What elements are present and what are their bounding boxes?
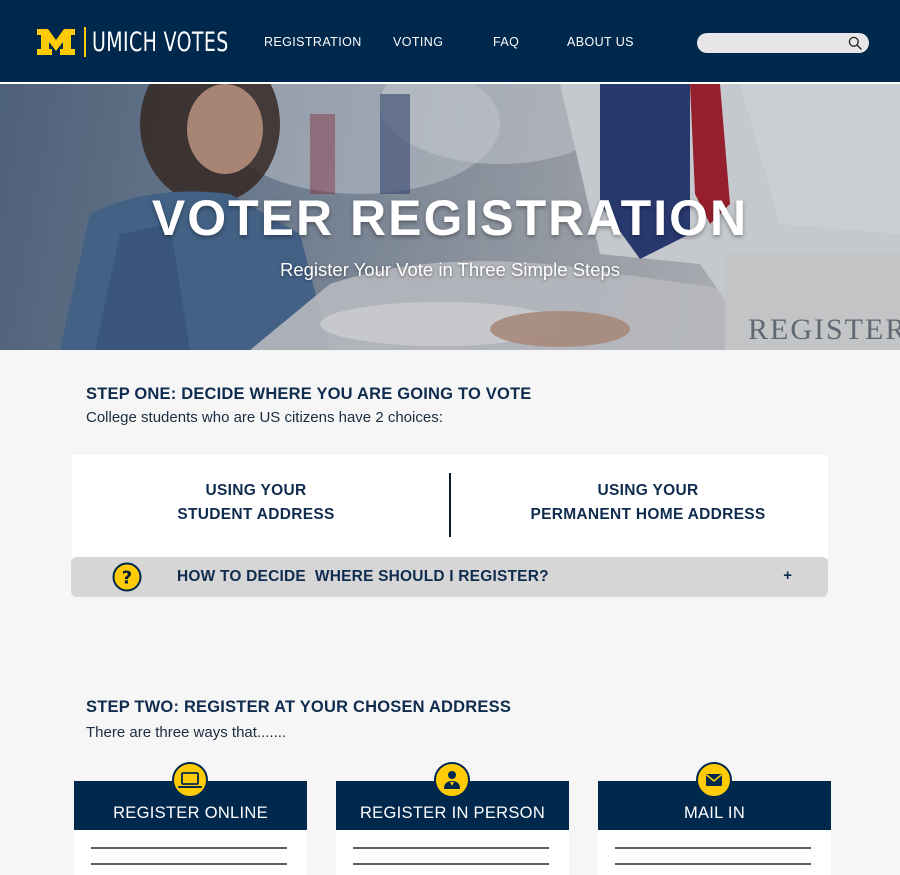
search-input[interactable] bbox=[707, 35, 841, 53]
card-divider-line bbox=[615, 863, 811, 865]
hero-subtitle: Register Your Vote in Three Simple Steps bbox=[279, 259, 621, 280]
hero-banner: REGISTER VOTER REGISTRATION Register You… bbox=[0, 84, 900, 350]
choice-student-address[interactable]: USING YOUR STUDENT ADDRESS bbox=[72, 479, 440, 527]
card-divider-line bbox=[91, 847, 287, 849]
card-body bbox=[336, 830, 569, 875]
logo-text: UMICH VOTES bbox=[92, 26, 229, 58]
register-online-card[interactable]: REGISTER ONLINE bbox=[74, 762, 307, 875]
person-icon bbox=[434, 762, 470, 798]
step-two-title: STEP TWO: REGISTER AT YOUR CHOSEN ADDRES… bbox=[86, 698, 512, 716]
card-title: MAIL IN bbox=[683, 804, 746, 822]
accordion-label: HOW TO DECIDE WHERE SHOULD I REGISTER? bbox=[177, 568, 549, 585]
step-two-description: There are three ways that....... bbox=[86, 724, 287, 741]
nav-about-us[interactable]: ABOUT US bbox=[567, 35, 634, 49]
card-divider-line bbox=[353, 863, 549, 865]
site-header: UMICH VOTES REGISTRATION VOTING FAQ ABOU… bbox=[0, 0, 900, 84]
register-in-person-card[interactable]: REGISTER IN PERSON bbox=[336, 762, 569, 875]
mail-icon bbox=[696, 762, 732, 798]
search-icon[interactable] bbox=[848, 36, 862, 50]
card-divider-line bbox=[91, 863, 287, 865]
card-title: REGISTER IN PERSON bbox=[359, 804, 546, 822]
expand-plus-icon[interactable]: + bbox=[783, 567, 792, 584]
nav-voting[interactable]: VOTING bbox=[393, 35, 443, 49]
choice-home-line2: PERMANENT HOME ADDRESS bbox=[530, 506, 766, 523]
step-one-title: STEP ONE: DECIDE WHERE YOU ARE GOING TO … bbox=[86, 385, 532, 403]
how-to-decide-accordion[interactable]: ? HOW TO DECIDE WHERE SHOULD I REGISTER?… bbox=[71, 557, 828, 597]
card-title: REGISTER ONLINE bbox=[113, 804, 268, 822]
card-divider-line bbox=[615, 847, 811, 849]
hero-title: VOTER REGISTRATION bbox=[151, 190, 749, 246]
choice-student-line1: USING YOUR bbox=[205, 482, 307, 499]
step-one-description: College students who are US citizens hav… bbox=[86, 409, 443, 426]
mail-in-card[interactable]: MAIL IN bbox=[598, 762, 831, 875]
choice-home-line1: USING YOUR bbox=[597, 482, 699, 499]
nav-faq[interactable]: FAQ bbox=[493, 35, 519, 49]
choice-home-address[interactable]: USING YOUR PERMANENT HOME ADDRESS bbox=[451, 479, 845, 527]
logo-divider bbox=[84, 27, 86, 57]
choice-student-line2: STUDENT ADDRESS bbox=[177, 506, 335, 523]
search-bar bbox=[697, 33, 869, 53]
block-m-logo-icon bbox=[37, 29, 75, 55]
card-body bbox=[598, 830, 831, 875]
nav-registration[interactable]: REGISTRATION bbox=[264, 35, 362, 49]
svg-text:?: ? bbox=[122, 568, 132, 589]
card-divider-line bbox=[353, 847, 549, 849]
laptop-icon bbox=[172, 762, 208, 798]
address-choices: USING YOUR STUDENT ADDRESS USING YOUR PE… bbox=[72, 455, 828, 558]
card-body bbox=[74, 830, 307, 875]
umich-votes-logo[interactable]: UMICH VOTES bbox=[36, 25, 267, 59]
question-icon: ? bbox=[112, 562, 142, 592]
